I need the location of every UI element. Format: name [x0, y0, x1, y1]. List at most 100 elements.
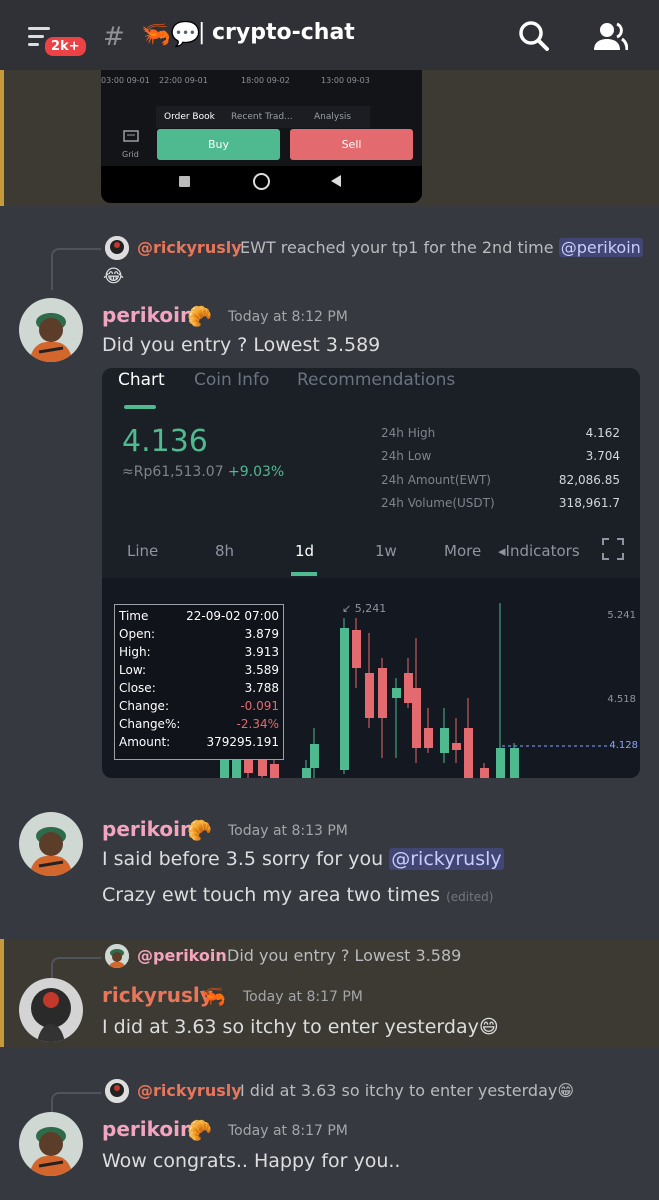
message-line: Crazy ewt touch my area two times	[102, 884, 441, 906]
username[interactable]: perikoin	[102, 303, 194, 327]
user-mention[interactable]: @rickyrusly	[389, 848, 504, 870]
reply-text: EWT reached your tp1 for the 2nd time	[240, 238, 554, 257]
tooltip-value: 379295.191	[206, 735, 279, 749]
tooltip-key: Time	[119, 609, 149, 623]
reply-avatar	[105, 944, 129, 968]
stat-label: 24h Volume(USDT)	[381, 496, 495, 510]
price-change: +9.03%	[228, 464, 285, 480]
reply-username[interactable]: @rickyrusly	[137, 1081, 242, 1100]
tooltip-value: 3.879	[244, 627, 279, 641]
snapshot-tabs: Order Book Recent Trad... Analysis	[156, 106, 370, 128]
mention-highlight-bar	[0, 939, 4, 1047]
tooltip-value: 3.913	[244, 645, 279, 659]
tab-recommendations: Recommendations	[297, 370, 456, 390]
candle-body	[480, 768, 489, 778]
candle-body	[510, 748, 519, 778]
candle-body	[352, 630, 361, 668]
search-icon[interactable]	[518, 20, 550, 52]
role-emoji: 🥐	[187, 818, 212, 842]
tab-coin-info: Coin Info	[194, 370, 270, 390]
back-icon	[331, 175, 341, 187]
active-tab-underline	[124, 405, 156, 409]
reply-avatar	[105, 1079, 129, 1103]
stat-label: 24h Low	[381, 449, 432, 463]
stat-label: 24h High	[381, 426, 436, 440]
price-axis-label: 5.241	[607, 610, 636, 621]
price-axis-label: 4.518	[607, 694, 636, 705]
role-emoji: 🦐	[201, 984, 226, 1008]
time-tick: 13:00 09-03	[321, 76, 370, 85]
tab-chart: Chart	[118, 370, 165, 390]
candle-body	[270, 764, 279, 778]
active-interval-underline	[291, 572, 317, 576]
price-idr: ≈Rp61,513.07	[122, 464, 224, 480]
timestamp: Today at 8:13 PM	[228, 823, 348, 839]
tooltip-key: Close:	[119, 681, 156, 695]
reply-connector	[51, 957, 101, 979]
reply-preview[interactable]: I did at 3.63 so itchy to enter yesterda…	[240, 1081, 574, 1100]
channel-title: crypto-chat	[212, 20, 355, 45]
tooltip-value: 3.788	[244, 681, 279, 695]
channel-emojis: 🦐💬	[141, 20, 201, 48]
username[interactable]: rickyrusly	[102, 983, 213, 1007]
interval-8h: 8h	[215, 542, 235, 560]
candle-body	[424, 728, 433, 748]
edited-tag: (edited)	[446, 890, 494, 904]
avatar[interactable]	[19, 978, 83, 1042]
reply-connector	[51, 1092, 101, 1114]
reply-avatar	[105, 236, 129, 260]
stat-value: 318,961.7	[558, 496, 620, 510]
grid-label: Grid	[122, 150, 139, 159]
snapshot-tab: Recent Trad...	[231, 112, 293, 122]
username[interactable]: perikoin	[102, 1117, 194, 1141]
timestamp: Today at 8:17 PM	[243, 989, 363, 1005]
message-line: I said before 3.5 sorry for you	[102, 848, 384, 870]
stat-label: 24h Amount(EWT)	[381, 473, 491, 487]
home-icon	[253, 173, 270, 190]
tooltip-value: 22-09-02 07:00	[186, 609, 279, 623]
android-nav-bar	[101, 166, 422, 203]
avatar[interactable]	[19, 1112, 83, 1176]
interval-line: Line	[127, 542, 159, 560]
trading-chart-image[interactable]: Chart Coin Info Recommendations 4.136 ≈R…	[102, 368, 640, 778]
exchange-screenshot[interactable]: 03:00 09-01 22:00 09-01 18:00 09-02 13:0…	[101, 70, 422, 203]
message-text: Wow congrats.. Happy for you..	[102, 1150, 401, 1172]
fullscreen-icon	[602, 538, 624, 560]
reply-username[interactable]: @rickyrusly	[137, 238, 242, 257]
snapshot-tab: Analysis	[314, 112, 352, 122]
reply-username[interactable]: @perikoin	[137, 946, 227, 965]
reply-preview[interactable]: Did you entry ? Lowest 3.589	[227, 946, 461, 965]
members-icon[interactable]	[592, 20, 628, 52]
message-text: Crazy ewt touch my area two times (edite…	[102, 884, 493, 906]
grid-icon	[123, 130, 139, 142]
candle-body	[258, 758, 267, 776]
candle-body	[404, 673, 413, 703]
message-text: I did at 3.63 so itchy to enter yesterda…	[102, 1016, 499, 1038]
stat-value: 4.162	[585, 426, 620, 440]
timestamp: Today at 8:12 PM	[228, 309, 348, 325]
reply-preview[interactable]: EWT reached your tp1 for the 2nd time @p…	[240, 238, 643, 257]
candle-body	[378, 668, 387, 718]
ohlc-tooltip: Time 22-09-02 07:00 Open: 3.879 High: 3.913…	[114, 604, 284, 760]
tooltip-key: Open:	[119, 627, 156, 641]
stat-value: 3.704	[585, 449, 620, 463]
last-price: 4.136	[122, 424, 208, 459]
current-price-label: 4.128	[609, 740, 638, 751]
avatar[interactable]	[19, 812, 83, 876]
stat-value: 82,086.85	[558, 473, 620, 487]
candle-body	[310, 744, 319, 768]
unread-badge: 2k+	[42, 34, 89, 59]
username[interactable]: perikoin	[102, 817, 194, 841]
candle-body	[392, 688, 401, 698]
title-separator: |	[198, 20, 206, 45]
reply-emoji: 😂	[103, 266, 125, 287]
user-mention[interactable]: @perikoin	[558, 238, 643, 257]
message-text: Did you entry ? Lowest 3.589	[102, 334, 381, 356]
candle-body	[452, 743, 461, 750]
tooltip-key: Change%:	[119, 717, 181, 731]
buy-button: Buy	[157, 129, 280, 160]
high-marker: ↙ 5,241	[342, 602, 387, 615]
avatar[interactable]	[19, 298, 83, 362]
candle-body	[440, 728, 449, 753]
role-emoji: 🥐	[187, 304, 212, 328]
